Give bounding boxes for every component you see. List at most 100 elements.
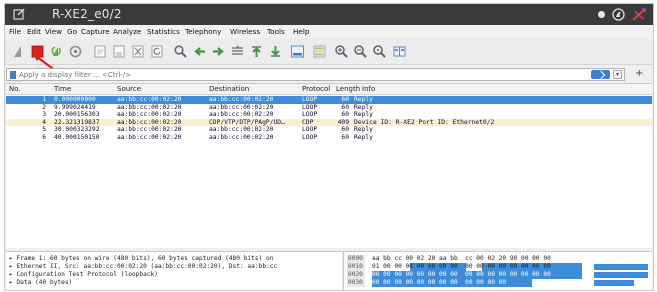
column-protocol[interactable]: Protocol <box>302 85 330 93</box>
wireshark-fin-icon <box>612 8 625 21</box>
status-dot-icon <box>598 11 605 18</box>
packet-cell-dst: CDP/VTP/DTP/PAgP/UD… <box>209 118 285 126</box>
packet-row[interactable]: 6 40.000150150 aa:bb:cc:00:02:20 aa:bb:cc:0… <box>6 134 652 142</box>
packet-cell-src: aa:bb:cc:00:02:20 <box>117 126 182 133</box>
detail-ethernet[interactable]: ▸ Ethernet II, Src: aa:bb:cc:00:02:20 (a… <box>9 263 339 270</box>
bytes-line[interactable]: 0030 00 00 00 00 00 00 00 00 00 00 00 00 <box>344 279 652 287</box>
close-window-icon[interactable] <box>631 7 647 22</box>
bytes-hex: aa bb cc 00 02 20 aa bb cc 00 02 20 90 0… <box>372 255 551 262</box>
find-packet-icon[interactable] <box>172 43 189 60</box>
display-filter-box[interactable]: ▾ <box>6 68 625 81</box>
column-destination[interactable]: Destination <box>209 85 249 93</box>
packet-cell-src: aa:bb:cc:00:02:20 <box>117 111 182 118</box>
bytes-ascii <box>594 264 648 270</box>
resize-columns-icon[interactable] <box>391 43 408 60</box>
menu-capture[interactable]: Capture <box>81 27 110 36</box>
packet-cell-no: 5 <box>42 126 46 133</box>
go-last-icon[interactable] <box>267 43 284 60</box>
packet-cell-len: 60 <box>341 103 349 111</box>
autoscroll-icon[interactable] <box>289 43 306 60</box>
packet-cell-dst: aa:bb:cc:00:02:20 <box>209 96 274 103</box>
menu-bar: File Edit View Go Capture Analyze Statis… <box>5 25 653 38</box>
column-source[interactable]: Source <box>117 85 141 93</box>
bytes-line[interactable]: 0020 00 00 00 00 00 00 00 00 00 00 00 00… <box>344 271 652 279</box>
wireshark-window: R-XE2_e0/2 File Edit View Go Capture Ana… <box>4 3 654 291</box>
zoom-normal-icon[interactable] <box>371 43 388 60</box>
menu-edit[interactable]: Edit <box>27 27 41 36</box>
packet-row[interactable]: 5 30.000323292 aa:bb:cc:00:02:20 aa:bb:cc:0… <box>6 126 652 134</box>
display-filter-input[interactable] <box>19 69 579 80</box>
packet-cell-no: 3 <box>42 111 46 118</box>
packet-cell-len: 60 <box>341 96 349 103</box>
packet-cell-dst: aa:bb:cc:00:02:20 <box>209 133 274 141</box>
go-first-icon[interactable] <box>248 43 265 60</box>
packet-details-pane: ▸ Frame 1: 60 bytes on wire (480 bits), … <box>6 251 342 290</box>
packet-cell-proto: LOOP <box>302 103 318 111</box>
colorize-icon[interactable] <box>311 43 328 60</box>
close-file-icon[interactable] <box>130 43 147 60</box>
open-file-icon[interactable] <box>92 43 109 60</box>
go-to-packet-icon[interactable] <box>229 43 246 60</box>
packet-cell-info: Reply <box>354 111 373 118</box>
detail-data[interactable]: ▸ Data (40 bytes) <box>9 279 339 286</box>
packet-cell-proto: LOOP <box>302 96 318 103</box>
packet-cell-info: Reply <box>354 133 373 141</box>
reload-icon[interactable] <box>149 43 166 60</box>
go-forward-icon[interactable] <box>210 43 227 60</box>
packet-cell-no: 4 <box>42 118 46 126</box>
column-info[interactable]: Info <box>362 85 375 93</box>
bytes-line[interactable]: 0010 01 00 00 00 00 00 00 00 00 00 00 00… <box>344 263 652 271</box>
menu-analyze[interactable]: Analyze <box>113 27 141 36</box>
packet-cell-time: 20.000156303 <box>54 111 100 118</box>
column-length[interactable]: Length <box>336 85 360 93</box>
apply-filter-icon[interactable] <box>591 70 610 79</box>
packet-cell-dst: aa:bb:cc:00:02:20 <box>209 103 274 111</box>
menu-tools[interactable]: Tools <box>267 27 285 36</box>
menu-view[interactable]: View <box>45 27 62 36</box>
zoom-out-icon[interactable] <box>352 43 369 60</box>
packet-cell-proto: LOOP <box>302 133 318 141</box>
bytes-hex: 00 00 00 00 00 00 00 00 00 00 00 00 <box>372 279 507 286</box>
filter-dropdown-icon[interactable]: ▾ <box>613 70 622 79</box>
packet-cell-len: 409 <box>337 118 349 126</box>
packet-cell-proto: LOOP <box>302 111 318 118</box>
detail-frame[interactable]: ▸ Frame 1: 60 bytes on wire (480 bits), … <box>9 255 339 262</box>
display-filter-bar: ▾ + <box>6 67 652 83</box>
packet-cell-no: 1 <box>42 96 46 103</box>
column-time[interactable]: Time <box>54 85 71 93</box>
packet-row[interactable]: 3 20.000156303 aa:bb:cc:00:02:20 aa:bb:cc:0… <box>6 111 652 119</box>
main-toolbar <box>5 39 653 65</box>
menu-help[interactable]: Help <box>293 27 309 36</box>
packet-row[interactable]: 1 0.000000000 aa:bb:cc:00:02:20 aa:bb:cc:00… <box>6 96 652 104</box>
packet-row[interactable]: 4 22.321319837 aa:bb:cc:00:02:20 CDP/VTP/DT… <box>6 118 652 126</box>
packet-cell-info: Device ID: R-XE2 Port ID: Ethernet0/2 <box>354 118 495 126</box>
packet-cell-proto: LOOP <box>302 126 318 133</box>
add-filter-button[interactable]: + <box>635 68 643 79</box>
packet-row[interactable]: 2 9.999024419 aa:bb:cc:00:02:20 aa:bb:cc:00… <box>6 104 652 112</box>
bookmark-icon[interactable] <box>10 71 16 79</box>
window-title: R-XE2_e0/2 <box>52 7 122 21</box>
packet-cell-proto: CDP <box>302 118 314 126</box>
column-no[interactable]: No. <box>9 85 21 93</box>
menu-wireless[interactable]: Wireless <box>230 27 260 36</box>
go-back-icon[interactable] <box>191 43 208 60</box>
packet-cell-info: Reply <box>354 126 373 133</box>
zoom-in-icon[interactable] <box>333 43 350 60</box>
menu-file[interactable]: File <box>9 27 21 36</box>
window-edit-icon[interactable] <box>13 8 25 20</box>
menu-telephony[interactable]: Telephony <box>185 27 221 36</box>
packet-bytes-pane: 0000 aa bb cc 00 02 20 aa bb cc 00 02 20… <box>343 251 652 290</box>
packet-cell-src: aa:bb:cc:00:02:20 <box>117 96 182 103</box>
detail-loopback[interactable]: ▸ Configuration Test Protocol (loopback) <box>9 271 339 278</box>
packet-cell-info: Reply <box>354 96 373 103</box>
bytes-line[interactable]: 0000 aa bb cc 00 02 20 aa bb cc 00 02 20… <box>344 255 652 263</box>
packet-cell-time: 9.999024419 <box>54 103 96 111</box>
save-file-icon[interactable] <box>111 43 128 60</box>
menu-go[interactable]: Go <box>67 27 77 36</box>
menu-statistics[interactable]: Statistics <box>147 27 180 36</box>
packet-cell-no: 6 <box>42 133 46 141</box>
packet-cell-no: 2 <box>42 103 46 111</box>
bytes-offset: 0020 <box>347 271 365 279</box>
packet-cell-src: aa:bb:cc:00:02:20 <box>117 133 182 141</box>
packet-cell-time: 0.000000000 <box>54 96 96 103</box>
